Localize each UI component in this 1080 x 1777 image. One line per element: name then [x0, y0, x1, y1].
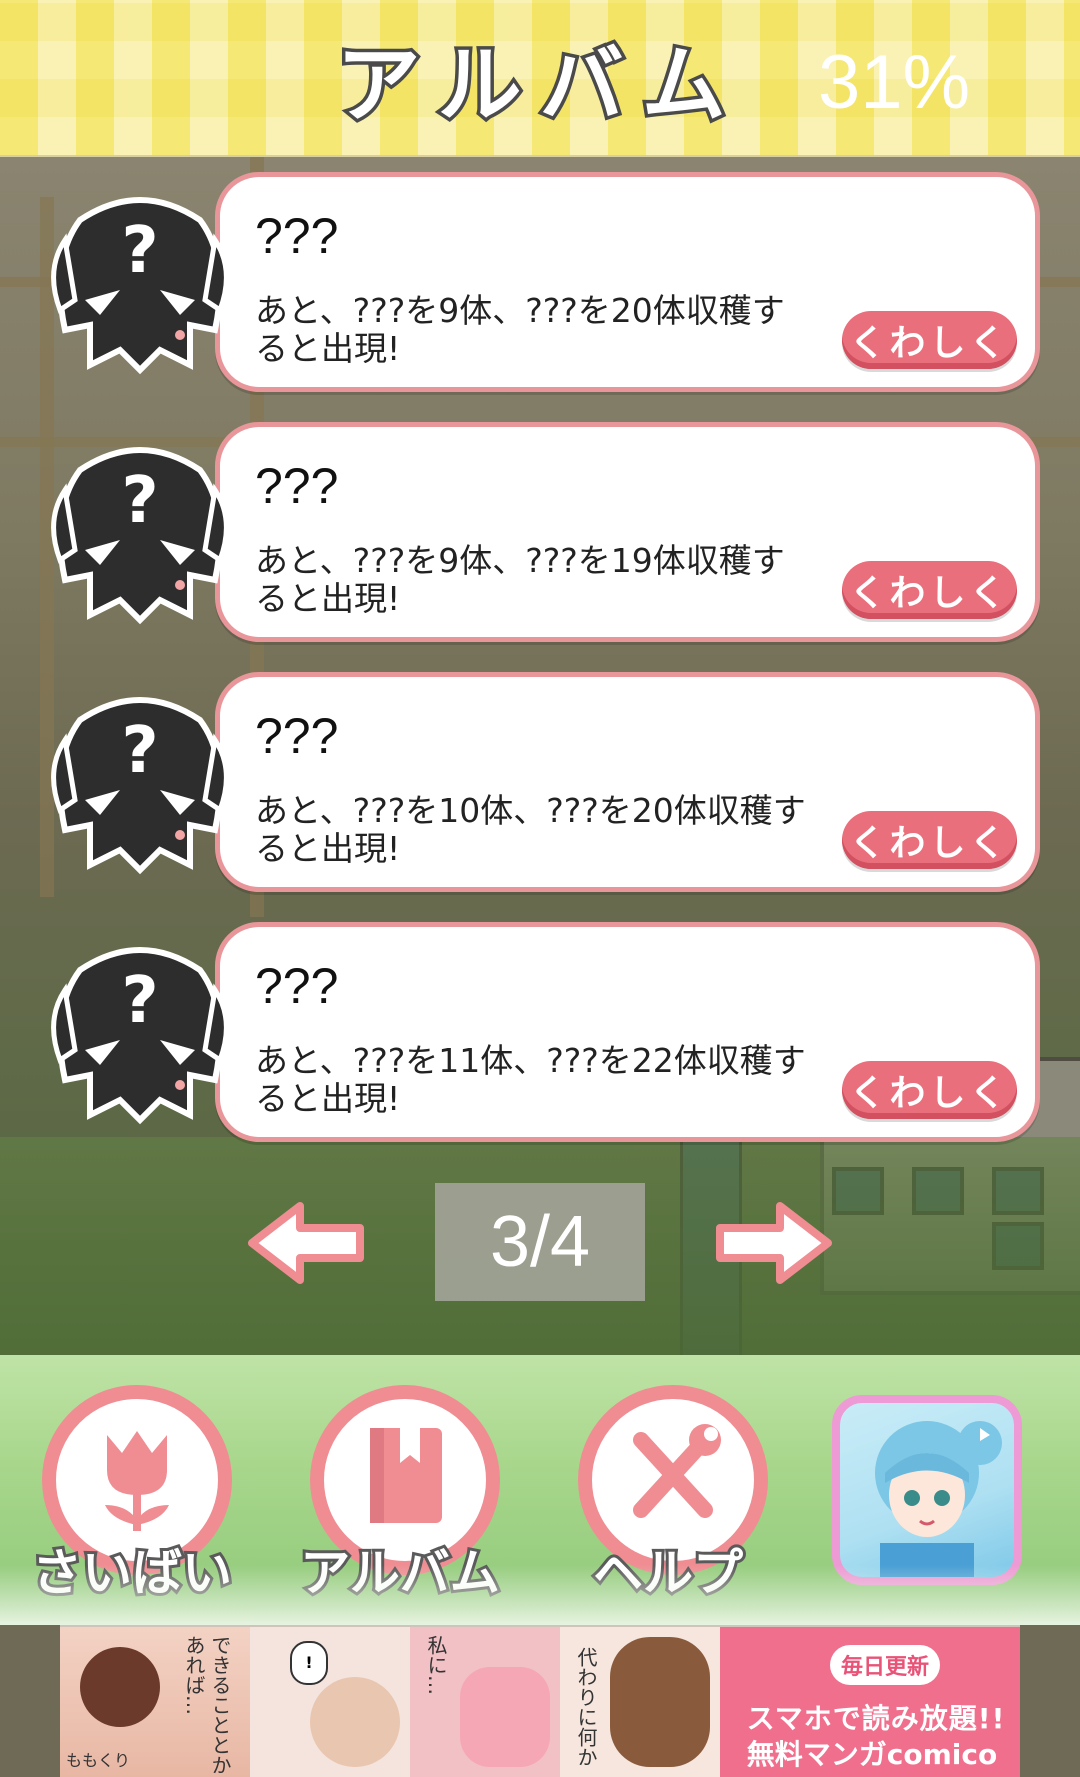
svg-text:?: ?: [121, 714, 158, 788]
nav-label: アルバム: [297, 1541, 503, 1605]
ad-banner[interactable]: あれば… できることとか ももくり ! 私に… 代わりに何か 毎日更新 スマホで…: [60, 1625, 1020, 1777]
svg-text:?: ?: [121, 214, 158, 288]
tulip-icon: [105, 1431, 169, 1531]
details-button[interactable]: くわしく: [842, 811, 1017, 869]
nav-help-button[interactable]: ヘルプ: [548, 1385, 788, 1615]
ad-panel-text: あれば…: [182, 1635, 206, 1715]
nav-cultivate-button[interactable]: さいばい: [12, 1385, 252, 1615]
ad-headline: スマホで読み放題!!: [746, 1702, 1006, 1735]
svg-text:?: ?: [121, 964, 158, 1038]
ad-manga-panel: 私に…: [410, 1627, 560, 1777]
entry-name: ???: [255, 958, 339, 1014]
ad-panel-text: ももくり: [66, 1751, 131, 1770]
ad-panel-text: できることとか: [208, 1635, 232, 1775]
svg-text:?: ?: [121, 464, 158, 538]
entry-unlock-condition: あと、???を11体、???を22体収穫すると出現!: [255, 1041, 806, 1118]
entry-unlock-condition: あと、???を9体、???を19体収穫すると出現!: [255, 541, 785, 618]
nav-label: ヘルプ: [590, 1541, 746, 1605]
promo-character-image: [875, 1421, 1002, 1577]
album-entry-card: ??? あと、???を9体、???を19体収穫すると出現! くわしく: [215, 422, 1040, 642]
ad-character: [80, 1647, 160, 1727]
book-icon: [370, 1428, 442, 1523]
unknown-character-silhouette-icon: ?: [51, 697, 229, 875]
unknown-character-silhouette-icon: ?: [51, 447, 229, 625]
ad-character: [460, 1667, 550, 1767]
details-button[interactable]: くわしく: [842, 561, 1017, 619]
arrow-right-icon[interactable]: [710, 1198, 840, 1288]
ad-brand: 無料マンガcomico: [746, 1738, 998, 1771]
ad-character: [610, 1637, 710, 1767]
album-entry-card: ??? あと、???を10体、???を20体収穫すると出現! くわしく: [215, 672, 1040, 892]
page-indicator: 3/4: [435, 1183, 645, 1301]
ad-panel-text: 代わりに何か: [574, 1647, 598, 1767]
anime-girl-app-icon[interactable]: [832, 1395, 1022, 1585]
entry-name: ???: [255, 708, 339, 764]
ad-manga-panel: !: [250, 1627, 410, 1777]
unknown-character-silhouette-icon: ?: [51, 947, 229, 1125]
nav-label: さいばい: [29, 1541, 235, 1605]
entry-unlock-condition: あと、???を9体、???を20体収穫すると出現!: [255, 291, 785, 368]
ad-manga-panel: 代わりに何か: [560, 1627, 720, 1777]
ad-panel-text: 私に…: [424, 1635, 448, 1695]
completion-percent: 31%: [818, 39, 971, 125]
nav-album-button[interactable]: アルバム: [280, 1385, 520, 1615]
details-button[interactable]: くわしく: [842, 311, 1017, 369]
unknown-character-silhouette-icon: ?: [51, 197, 229, 375]
entry-name: ???: [255, 208, 339, 264]
entry-name: ???: [255, 458, 339, 514]
exclamation-icon: !: [290, 1641, 328, 1685]
album-entry-card: ??? あと、???を11体、???を22体収穫すると出現! くわしく: [215, 922, 1040, 1142]
album-header: アルバム 31%: [0, 0, 1080, 157]
page-title: アルバム: [333, 32, 744, 137]
ad-manga-panel: あれば… できることとか ももくり: [60, 1627, 250, 1777]
arrow-left-icon[interactable]: [240, 1198, 370, 1288]
ad-promo-area: 毎日更新 スマホで読み放題!! 無料マンガcomico: [720, 1627, 1020, 1777]
details-button[interactable]: くわしく: [842, 1061, 1017, 1119]
ad-character: [310, 1677, 400, 1767]
ad-badge: 毎日更新: [830, 1645, 940, 1685]
bottom-nav: さいばい アルバム ヘルプ: [0, 1355, 1080, 1625]
wrench-screwdriver-icon: [633, 1424, 721, 1518]
entry-unlock-condition: あと、???を10体、???を20体収穫すると出現!: [255, 791, 806, 868]
album-entry-card: ??? あと、???を9体、???を20体収穫すると出現! くわしく: [215, 172, 1040, 392]
